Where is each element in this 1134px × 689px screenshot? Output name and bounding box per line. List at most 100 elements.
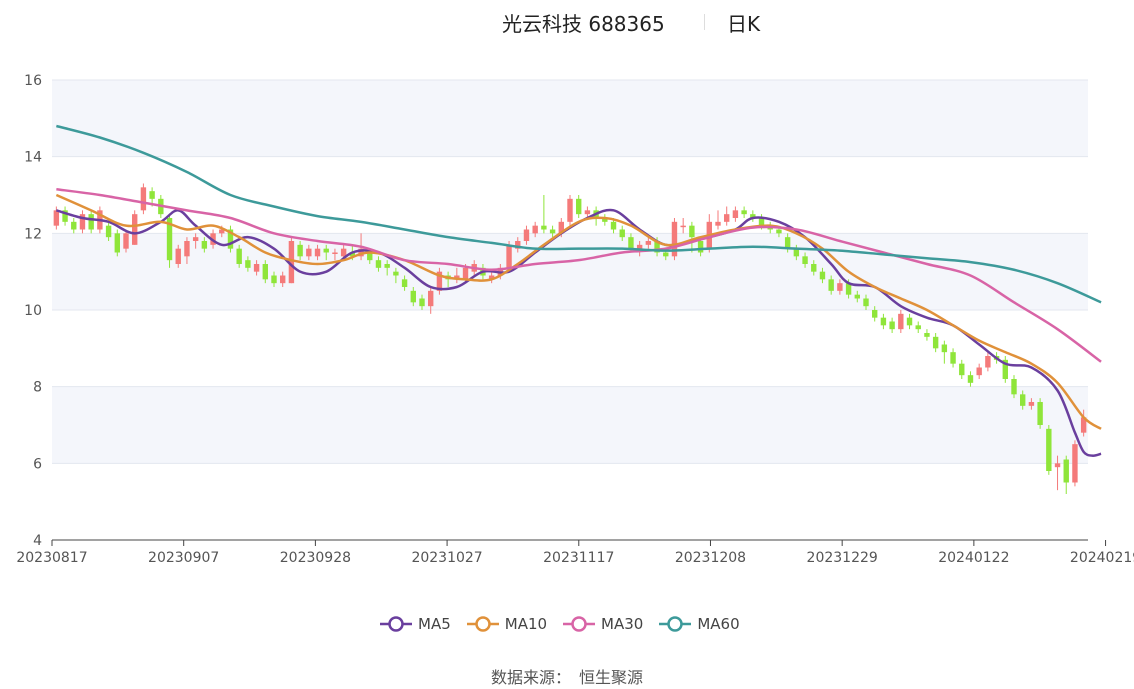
candle-body — [776, 229, 782, 234]
candle-body — [680, 225, 686, 228]
candle-body — [976, 367, 982, 376]
candle-body — [610, 221, 617, 230]
candle-body — [854, 294, 860, 299]
candle-body — [410, 290, 416, 303]
candle-body — [645, 241, 652, 245]
candle-body — [245, 260, 251, 268]
candle-body — [636, 244, 643, 249]
candle-body — [323, 248, 329, 253]
candle-body — [1011, 379, 1017, 395]
candle-body — [462, 267, 469, 280]
candle-body — [741, 210, 747, 215]
candle-body — [924, 333, 930, 337]
legend-item-ma5[interactable]: MA5 — [378, 615, 451, 633]
y-tick-label: 12 — [24, 226, 42, 242]
candle-body — [863, 298, 869, 307]
candle-body — [872, 310, 878, 318]
candle-body — [724, 214, 730, 222]
candle-body — [1072, 444, 1078, 483]
candle-body — [1054, 463, 1061, 468]
candle-body — [114, 233, 120, 253]
candle-body — [428, 290, 434, 307]
legend-marker-ma5 — [380, 616, 412, 632]
candle-body — [175, 248, 181, 264]
legend-label-ma10: MA10 — [504, 615, 548, 633]
candle-body — [271, 275, 277, 284]
candle-body — [828, 279, 834, 291]
legend-label-ma30: MA30 — [601, 615, 644, 633]
candle-body — [837, 283, 843, 291]
legend-marker-ma30 — [563, 616, 596, 632]
candle-body — [906, 317, 913, 326]
candle-body — [105, 225, 112, 238]
x-axis: 20230817 20230907 20230928 20231027 20231117… — [16, 539, 1134, 566]
y-axis-ticks: 4 6 8 10 12 14 16 — [24, 73, 42, 549]
candle-body — [149, 191, 155, 199]
x-tick-label: 20240219 — [1070, 550, 1134, 566]
legend-label-ma5: MA5 — [418, 615, 451, 633]
candle-body — [262, 264, 268, 280]
x-tick-label: 20230907 — [148, 550, 219, 566]
data-source: 数据来源： 恒生聚源 — [0, 664, 1134, 688]
candle-body — [332, 252, 338, 254]
candle-body — [628, 237, 634, 249]
candle-body — [549, 229, 556, 234]
x-tick-label: 20231229 — [807, 550, 878, 566]
candle-body — [306, 248, 312, 257]
candle-body — [1063, 459, 1069, 483]
y-tick-label: 16 — [24, 73, 42, 89]
candle-body — [619, 229, 625, 238]
kline-chart: 46810121416 20230817 20230907 20230928 2023… — [16, 73, 1134, 566]
candle-body — [889, 321, 895, 330]
legend-item-ma60[interactable]: MA60 — [657, 615, 740, 633]
chart-period: 日K — [727, 12, 761, 36]
candle-body — [898, 313, 904, 330]
candle-body — [384, 264, 390, 268]
y-tick-label: 6 — [33, 456, 42, 472]
candle-body — [811, 264, 817, 272]
candle-body — [53, 210, 60, 226]
chart-title: 光云科技 688365 — [502, 12, 665, 36]
legend-label-ma60: MA60 — [697, 615, 740, 633]
plot-band — [52, 386, 1088, 464]
candle-body — [985, 356, 991, 368]
candle-body — [71, 221, 77, 230]
candle-body — [236, 248, 242, 264]
candle-body — [401, 279, 408, 287]
candle-body — [1037, 402, 1043, 425]
candle-body — [584, 210, 591, 215]
legend-marker-ma10 — [466, 616, 499, 632]
candle-body — [192, 237, 199, 241]
candle-body — [393, 271, 399, 276]
candle-body — [576, 198, 582, 215]
legend-item-ma30[interactable]: MA30 — [561, 615, 643, 633]
y-tick-label: 8 — [33, 380, 42, 396]
candle-body — [663, 252, 669, 257]
candle-body — [941, 344, 948, 353]
candle-body — [523, 229, 530, 241]
chart-header: 光云科技 688365 日K — [0, 8, 1134, 36]
candle-body — [280, 275, 286, 284]
candle-body — [1046, 428, 1052, 471]
candle-body — [132, 214, 138, 245]
legend-item-ma10[interactable]: MA10 — [465, 615, 547, 633]
candle-body — [1028, 402, 1035, 406]
x-tick-label: 20231027 — [411, 550, 482, 566]
candle-body — [880, 317, 887, 326]
source-label: 数据来源： — [490, 668, 571, 687]
x-tick-label: 20230928 — [280, 550, 351, 566]
candle-body — [732, 210, 739, 218]
candle-body — [140, 187, 147, 211]
plot-bands — [52, 80, 1088, 464]
candle-body — [819, 271, 826, 280]
candle-body — [419, 298, 425, 307]
source-name: 恒生聚源 — [579, 668, 644, 687]
y-tick-label: 4 — [33, 533, 42, 549]
candle-body — [297, 244, 303, 257]
candle-body — [201, 241, 208, 249]
candle-body — [715, 221, 721, 226]
candle-body — [567, 198, 573, 222]
candle-body — [541, 225, 547, 230]
candle-body — [959, 363, 965, 376]
plot-band — [52, 233, 1088, 310]
